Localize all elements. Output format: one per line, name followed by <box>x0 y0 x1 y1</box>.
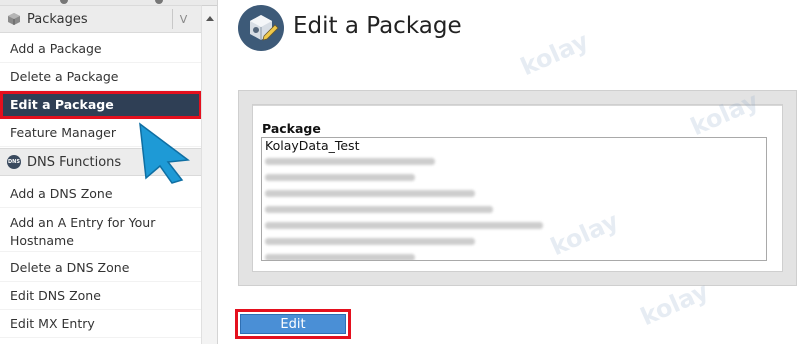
package-option-blurred[interactable] <box>262 249 766 260</box>
strip-dot <box>60 0 68 4</box>
package-form-inner: Package KolayData_Test <box>252 104 783 272</box>
page-title: Edit a Package <box>293 13 462 39</box>
package-option-blurred[interactable] <box>262 233 766 249</box>
sidebar: Packages V Add a Package Delete a Packag… <box>0 0 218 344</box>
nav-edit-package[interactable]: Edit a Package <box>0 91 202 119</box>
nav-edit-mx-entry[interactable]: Edit MX Entry <box>0 310 202 338</box>
nav-add-package[interactable]: Add a Package <box>0 35 202 63</box>
scroll-up-icon[interactable] <box>206 16 214 21</box>
package-listbox[interactable]: KolayData_Test <box>261 137 767 261</box>
collapse-toggle[interactable]: V <box>172 9 194 29</box>
divider <box>253 105 782 106</box>
sidebar-scrollbar[interactable] <box>201 6 217 344</box>
package-option-blurred[interactable] <box>262 185 766 201</box>
nav-item-label: Add an A Entry for Your Hostname <box>10 215 156 248</box>
nav-item-label: Edit MX Entry <box>10 316 95 331</box>
nav-item-label: Feature Manager <box>10 125 116 140</box>
cursor-arrow-icon <box>139 122 190 184</box>
dns-icon: DNS <box>7 155 21 169</box>
main-content: Edit a Package Package KolayData_Test Ed… <box>219 0 800 344</box>
edit-button[interactable]: Edit <box>240 314 346 334</box>
nav-item-label: Add a Package <box>10 41 102 56</box>
dns-badge: DNS <box>7 155 21 169</box>
package-icon <box>7 12 21 26</box>
package-option-blurred[interactable] <box>262 169 766 185</box>
nav-add-a-entry[interactable]: Add an A Entry for Your Hostname <box>0 208 202 252</box>
strip-dot <box>155 0 163 4</box>
nav-item-label: Delete a Package <box>10 69 119 84</box>
package-option-blurred[interactable] <box>262 153 766 169</box>
nav-delete-dns-zone[interactable]: Delete a DNS Zone <box>0 254 202 282</box>
package-option[interactable]: KolayData_Test <box>262 138 766 153</box>
package-form-panel: Package KolayData_Test <box>238 90 797 286</box>
nav-item-label: Edit a Package <box>10 97 114 112</box>
nav-delete-package[interactable]: Delete a Package <box>0 63 202 91</box>
dns-header-label: DNS Functions <box>27 154 122 170</box>
packages-header-label: Packages <box>27 11 88 27</box>
watermark: kolay <box>516 26 593 82</box>
package-field-label: Package <box>262 121 321 136</box>
nav-item-label: Delete a DNS Zone <box>10 260 130 275</box>
edit-package-icon <box>238 5 284 51</box>
package-option-blurred[interactable] <box>262 217 766 233</box>
nav-edit-dns-zone[interactable]: Edit DNS Zone <box>0 282 202 310</box>
nav-item-label: Add a DNS Zone <box>10 186 113 201</box>
nav-item-label: Edit DNS Zone <box>10 288 101 303</box>
package-option-blurred[interactable] <box>262 201 766 217</box>
nav-add-dns-zone[interactable]: Add a DNS Zone <box>0 180 202 208</box>
packages-section-header[interactable]: Packages V <box>0 5 202 33</box>
edit-button-highlight: Edit <box>235 309 351 339</box>
